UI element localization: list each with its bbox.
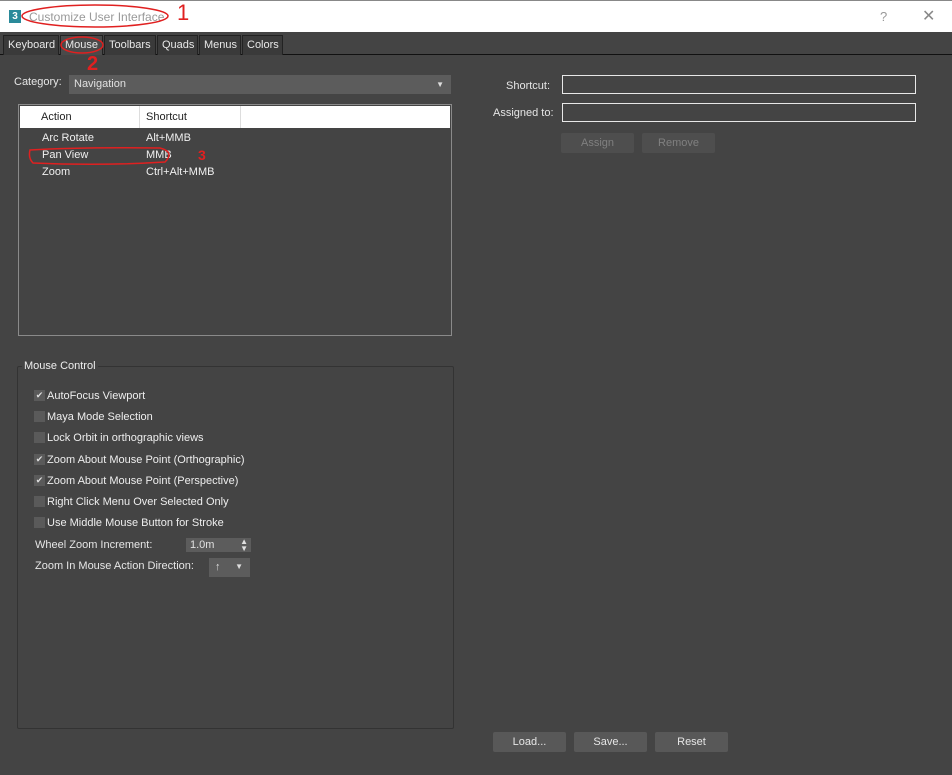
reset-button[interactable]: Reset [655,732,728,752]
shortcut-input[interactable] [562,75,916,94]
help-button[interactable]: ? [880,9,887,24]
category-value: Navigation [74,78,126,90]
option-label: Right Click Menu Over Selected Only [47,496,229,508]
title-bar: 3 Customize User Interface ? ✕ [0,0,952,32]
spinner-arrows-icon[interactable]: ▲ ▼ [240,538,248,553]
column-header-shortcut[interactable]: Shortcut [140,106,241,128]
list-row[interactable]: Arc Rotate Alt+MMB [20,130,450,147]
arrow-up-icon: ↑ [215,561,221,573]
annotation-number-2: 2 [87,53,99,75]
zoom-direction-label: Zoom In Mouse Action Direction: [35,560,194,572]
option-label: Zoom About Mouse Point (Perspective) [47,475,239,487]
option-label: Zoom About Mouse Point (Orthographic) [47,454,245,466]
column-header-action[interactable]: Action [20,106,140,128]
checkbox-unchecked[interactable] [34,411,45,422]
chevron-down-icon: ▼ [235,562,243,571]
shortcut-label: Shortcut: [506,80,551,92]
checkbox-unchecked[interactable] [34,517,45,528]
checkbox-checked[interactable]: ✔ [34,454,45,465]
assign-button[interactable]: Assign [561,133,634,153]
tab-menus[interactable]: Menus [199,35,241,55]
action-shortcut: Alt+MMB [146,132,191,144]
chevron-down-icon: ▼ [436,80,444,89]
assigned-to-label: Assigned to: [493,107,554,119]
checkbox-checked[interactable]: ✔ [34,390,45,401]
tab-keyboard[interactable]: Keyboard [3,35,59,55]
action-shortcut: MMB [146,149,172,161]
zoom-direction-dropdown[interactable]: ↑ ▼ [209,558,250,577]
action-name: Arc Rotate [42,132,94,144]
list-header: Action Shortcut [20,106,450,128]
wheel-zoom-spinner[interactable]: 1.0m ▲ ▼ [186,538,251,553]
checkbox-checked[interactable]: ✔ [34,475,45,486]
checkbox-unchecked[interactable] [34,432,45,443]
category-dropdown[interactable]: Navigation ▼ [69,75,451,94]
wheel-zoom-label: Wheel Zoom Increment: [35,539,153,551]
window-title: Customize User Interface [29,10,165,24]
tab-toolbars[interactable]: Toolbars [104,35,156,55]
action-list[interactable]: Action Shortcut Arc Rotate Alt+MMB Pan V… [18,104,452,336]
tab-mouse[interactable]: Mouse [60,35,103,55]
list-row[interactable]: Pan View MMB [20,147,450,164]
mouse-control-title: Mouse Control [22,360,98,372]
tab-bar: Keyboard Mouse Toolbars Quads Menus Colo… [0,32,952,55]
wheel-zoom-value: 1.0m [190,539,215,551]
option-label: AutoFocus Viewport [47,390,146,402]
app-logo-icon: 3 [9,10,21,23]
remove-button[interactable]: Remove [642,133,715,153]
option-label: Use Middle Mouse Button for Stroke [47,517,224,529]
action-shortcut: Ctrl+Alt+MMB [146,166,215,178]
tab-colors[interactable]: Colors [242,35,283,55]
option-label: Lock Orbit in orthographic views [47,432,204,444]
checkbox-unchecked[interactable] [34,496,45,507]
action-name: Pan View [42,149,89,161]
action-name: Zoom [42,166,71,178]
category-label: Category: [14,76,62,88]
tab-quads[interactable]: Quads [157,35,198,55]
close-icon[interactable]: ✕ [922,6,935,26]
option-label: Maya Mode Selection [47,411,153,423]
assigned-to-input[interactable] [562,103,916,122]
load-button[interactable]: Load... [493,732,566,752]
list-row[interactable]: Zoom Ctrl+Alt+MMB [20,164,450,181]
save-button[interactable]: Save... [574,732,647,752]
